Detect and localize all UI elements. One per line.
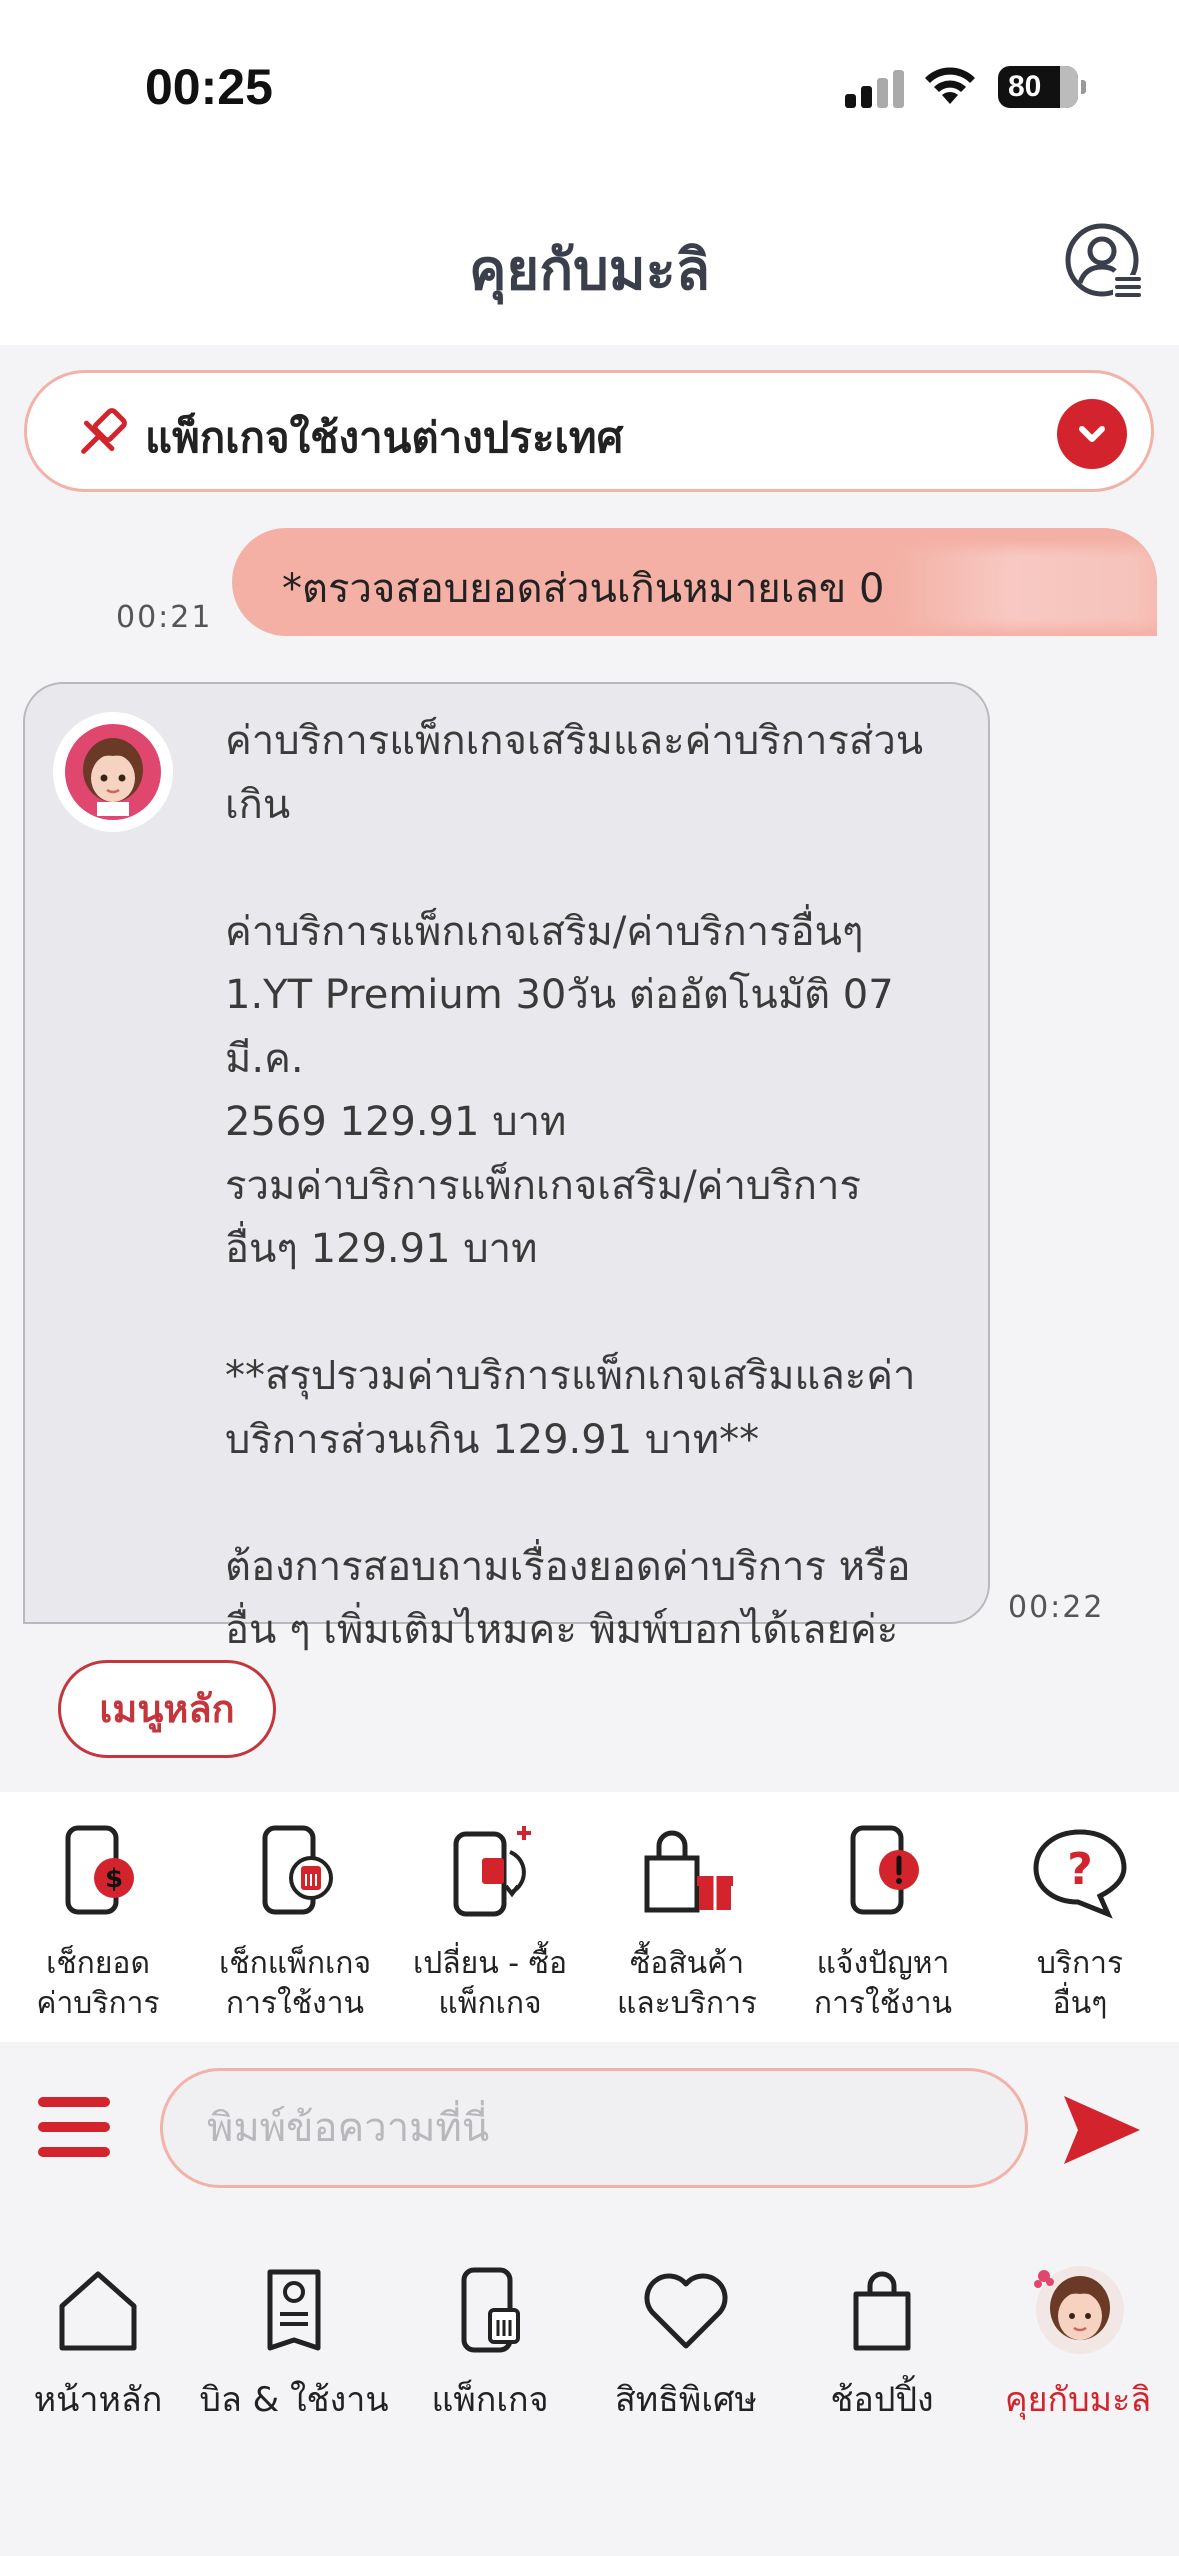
nav-shopping[interactable]: ช้อปปิ้ง: [784, 2262, 980, 2426]
send-icon[interactable]: [1062, 2092, 1142, 2168]
page-title: คุยกับมะลิ: [468, 238, 711, 303]
pinned-topic-bar[interactable]: แพ็กเกจใช้งานต่างประเทศ: [24, 370, 1154, 492]
quick-action-shop[interactable]: ซื้อสินค้า และบริการ: [597, 1822, 777, 2024]
quick-action-check-bill[interactable]: $ เช็กยอด ค่าบริการ: [8, 1822, 188, 2024]
nav-label: สิทธิพิเศษ: [615, 2380, 757, 2420]
chevron-down-icon: [1079, 426, 1105, 442]
user-settings-icon[interactable]: [1065, 223, 1143, 301]
phone-bill-icon: $: [65, 1825, 134, 1915]
quick-action-label: แจ้งปัญหา การใช้งาน: [813, 1946, 953, 2021]
home-icon: [59, 2271, 137, 2351]
message-timestamp: 00:22: [1008, 1590, 1105, 1625]
quick-action-other-services[interactable]: ? บริการ อื่นๆ: [990, 1822, 1170, 2024]
message-timestamp: 00:21: [116, 600, 213, 635]
status-time: 00:25: [145, 59, 273, 115]
quick-action-label: ซื้อสินค้า และบริการ: [616, 1946, 758, 2021]
phone-alert-icon: [850, 1825, 919, 1915]
nav-label: คุยกับมะลิ: [1004, 2380, 1152, 2420]
bot-paragraph: ค่าบริการแพ็กเกจเสริม/ค่าบริการอื่นๆ 1.Y…: [225, 908, 894, 1273]
mali-avatar-icon: [53, 712, 173, 832]
shopping-gift-icon: [644, 1830, 733, 1913]
wifi-icon: [925, 67, 975, 104]
bot-message-bubble: ค่าบริการแพ็กเกจเสริมและค่าบริการส่วน เก…: [23, 682, 990, 1653]
phone-swap-icon: [453, 1826, 531, 1917]
user-message-text: *ตรวจสอบยอดส่วนเกินหมายเลข 0: [282, 566, 885, 612]
svg-text:?: ?: [1067, 1844, 1093, 1895]
hamburger-menu-icon[interactable]: [38, 2097, 110, 2157]
nav-label: ช้อปปิ้ง: [830, 2380, 934, 2420]
quick-action-label: บริการ อื่นๆ: [1036, 1946, 1124, 2021]
bottom-navigation: หน้าหลัก บิล & ใช้งาน แพ็กเกจ สิทธิพิเศษ: [0, 2212, 1179, 2556]
shopping-bag-icon: [853, 2271, 911, 2351]
phone-sim-icon: [262, 1825, 333, 1915]
bot-paragraph: ต้องการสอบถามเรื่องยอดค่าบริการ หรือ อื่…: [225, 1543, 911, 1654]
status-bar: 00:25 80: [0, 0, 1179, 175]
quick-action-report-issue[interactable]: แจ้งปัญหา การใช้งาน: [793, 1822, 973, 2024]
user-message-bubble: *ตรวจสอบยอดส่วนเกินหมายเลข 0: [232, 528, 1157, 636]
nav-package[interactable]: แพ็กเกจ: [392, 2262, 588, 2426]
pinned-topic-label: แพ็กเกจใช้งานต่างประเทศ: [145, 413, 624, 462]
quick-action-check-package[interactable]: เช็กแพ็กเกจ การใช้งาน: [205, 1822, 385, 2024]
nav-chat-mali[interactable]: คุยกับมะลิ: [980, 2262, 1176, 2426]
quick-actions-bar: $ เช็กยอด ค่าบริการ เช็กแพ็กเกจ การใช้งา…: [0, 1792, 1179, 2042]
pin-icon: [81, 408, 127, 454]
message-input[interactable]: [160, 2068, 1028, 2188]
package-icon: [461, 2267, 520, 2353]
quick-action-label: เปลี่ยน - ซื้อ แพ็กเกจ: [412, 1946, 568, 2021]
nav-label: หน้าหลัก: [33, 2380, 163, 2420]
nav-label: แพ็กเกจ: [431, 2380, 549, 2420]
app-header: คุยกับมะลิ: [0, 175, 1179, 345]
message-input-bar: [0, 2042, 1179, 2212]
nav-label: บิล & ใช้งาน: [199, 2380, 389, 2420]
cellular-signal-icon: [845, 68, 905, 108]
bill-icon: [267, 2269, 321, 2351]
nav-home[interactable]: หน้าหลัก: [0, 2262, 196, 2426]
mali-avatar-icon: [1034, 2266, 1124, 2354]
question-bubble-icon: ?: [1033, 1829, 1127, 1919]
quick-action-label: เช็กยอด ค่าบริการ: [36, 1946, 160, 2021]
main-menu-button[interactable]: เมนูหลัก: [58, 1660, 276, 1758]
quick-action-change-package[interactable]: เปลี่ยน - ซื้อ แพ็กเกจ: [400, 1822, 580, 2024]
bot-paragraph: ค่าบริการแพ็กเกจเสริมและค่าบริการส่วน เก…: [225, 718, 924, 828]
nav-bill[interactable]: บิล & ใช้งาน: [196, 2262, 392, 2426]
quick-action-label: เช็กแพ็กเกจ การใช้งาน: [218, 1946, 372, 2021]
battery-level: 80: [1008, 70, 1042, 103]
expand-button[interactable]: [1057, 399, 1127, 469]
battery-icon: 80: [998, 66, 1086, 108]
redaction-blur: [892, 548, 1157, 628]
bot-paragraph: **สรุปรวมค่าบริการแพ็กเกจเสริมและค่า บริ…: [225, 1353, 916, 1463]
heart-icon: [644, 2273, 728, 2349]
nav-privileges[interactable]: สิทธิพิเศษ: [588, 2262, 784, 2426]
bot-message-text: ค่าบริการแพ็กเกจเสริมและค่าบริการส่วน เก…: [225, 710, 965, 1663]
svg-text:$: $: [105, 1864, 123, 1894]
